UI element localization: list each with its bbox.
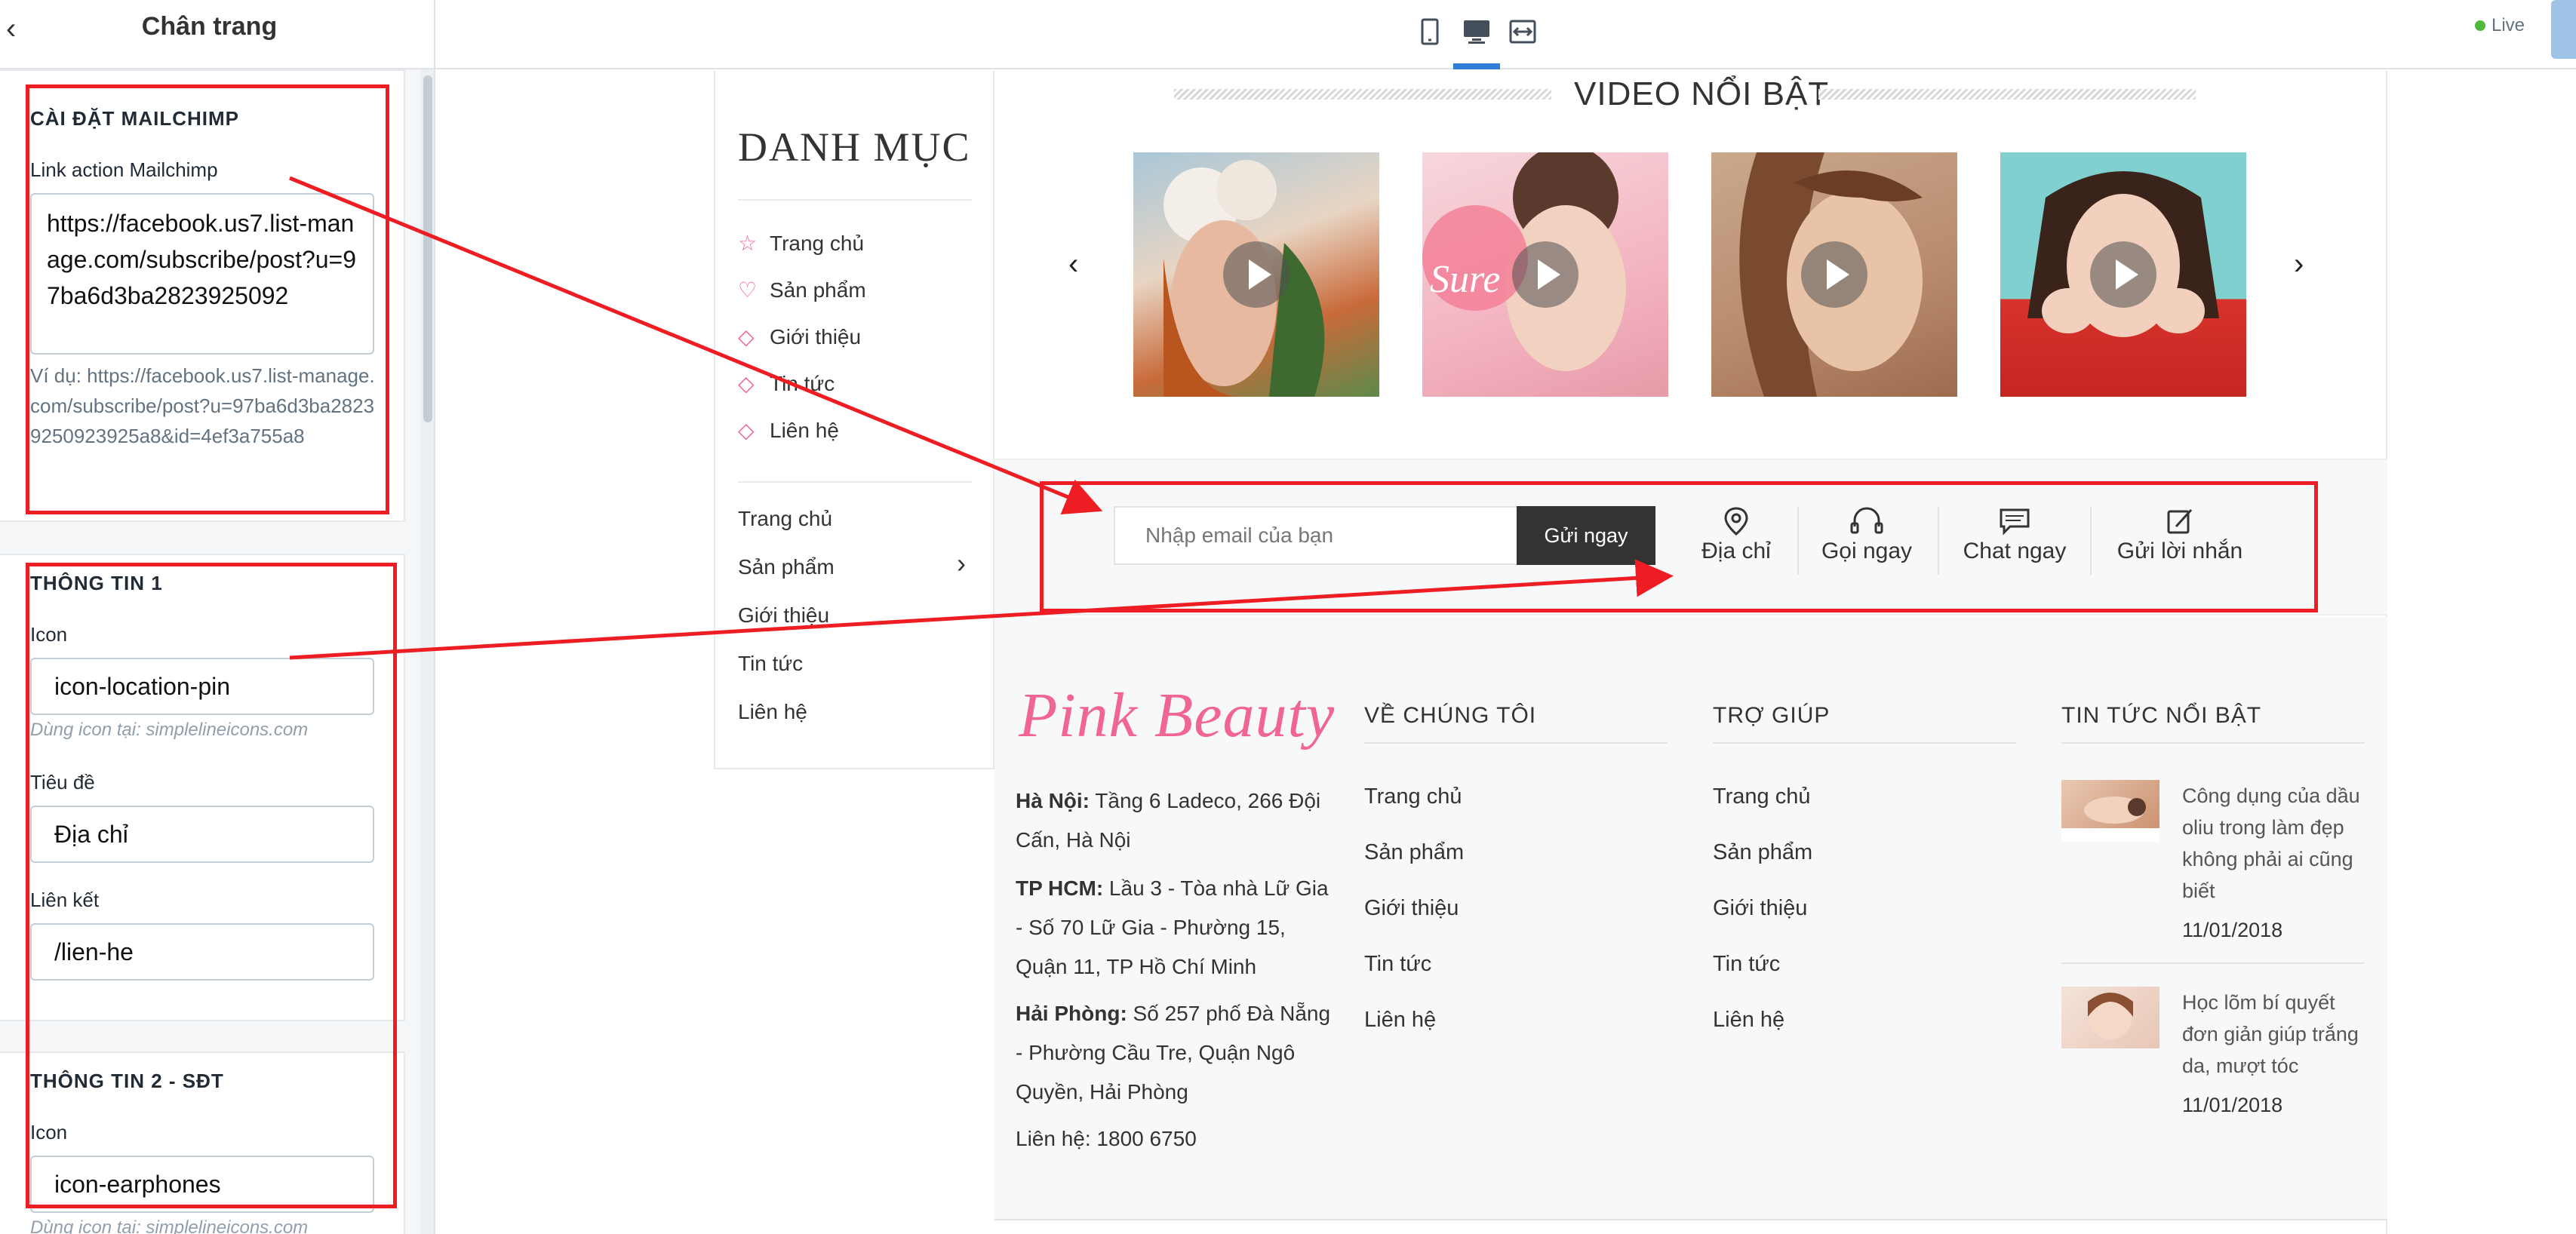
fullwidth-icon[interactable] (1508, 17, 1538, 47)
play-icon[interactable] (2090, 241, 2156, 308)
diamond-icon: ◇ (738, 372, 755, 395)
annotation-box-subscribe (1040, 481, 2318, 612)
menu-item[interactable]: Giới thiệu (738, 603, 829, 628)
category-item[interactable]: ☆ Trang chủ (738, 231, 864, 256)
category-item[interactable]: ◇ Tin tức (738, 371, 835, 396)
address-label: Hải Phòng: (1016, 1002, 1127, 1025)
heading-stripes (1818, 89, 2196, 100)
about-divider (1364, 742, 1668, 744)
video-next-icon[interactable]: › (2294, 247, 2304, 281)
category-item-label: Liên hệ (770, 419, 839, 442)
hotline: Liên hệ: 1800 6750 (1016, 1127, 1197, 1150)
live-label: Live (2491, 15, 2525, 35)
help-link[interactable]: Giới thiệu (1713, 896, 1807, 921)
help-divider (1713, 742, 2016, 744)
category-item-label: Giới thiệu (770, 325, 862, 348)
news-thumbnail[interactable] (2061, 780, 2159, 842)
category-item[interactable]: ◇ Giới thiệu (738, 324, 861, 349)
help-link[interactable]: Sản phẩm (1713, 840, 1812, 865)
category-item[interactable]: ♡ Sản phẩm (738, 278, 866, 302)
annotation-box-mailchimp (26, 84, 389, 514)
video-thumbnail[interactable] (2000, 152, 2246, 397)
news-title: TIN TỨC NỔI BẬT (2061, 703, 2262, 728)
annotation-box-info (26, 563, 397, 1208)
mobile-icon[interactable] (1415, 17, 1445, 47)
video-thumbnail[interactable]: Sure (1422, 152, 1668, 397)
news-item-title[interactable]: Công dụng của dầu oliu trong làm đẹp khô… (2182, 780, 2371, 907)
video-thumbnail[interactable] (1133, 152, 1379, 397)
video-prev-icon[interactable]: ‹ (1068, 247, 1078, 281)
star-icon: ☆ (738, 232, 758, 255)
category-item-label: Sản phẩm (770, 278, 866, 302)
svg-text:Sure: Sure (1430, 258, 1500, 301)
help-title: TRỢ GIÚP (1713, 703, 1831, 728)
address-haiphong: Hải Phòng: Số 257 phố Đà Nẵng - Phường C… (1016, 994, 1333, 1112)
help-link[interactable]: Liên hệ (1713, 1008, 1784, 1033)
category-item-label: Tin tức (770, 372, 835, 395)
about-link[interactable]: Tin tức (1364, 952, 1431, 977)
play-icon[interactable] (1512, 241, 1578, 308)
play-icon[interactable] (1223, 241, 1290, 308)
live-status: Live (2475, 15, 2525, 36)
category-item-label: Trang chủ (770, 232, 865, 255)
address-hanoi: Hà Nội: Tầng 6 Ladeco, 266 Đội Cấn, Hà N… (1016, 781, 1333, 860)
category-title: DANH MỤC (738, 124, 971, 170)
news-thumbnail[interactable] (2061, 987, 2159, 1048)
news-item-date: 11/01/2018 (2182, 919, 2283, 941)
news-item-title[interactable]: Học lõm bí quyết đơn giản giúp trắng da,… (2182, 987, 2371, 1082)
chevron-right-icon[interactable]: › (957, 548, 966, 579)
video-thumbnail[interactable] (1711, 152, 1957, 397)
address-label: TP HCM: (1016, 876, 1104, 900)
address-hcm: TP HCM: Lầu 3 - Tòa nhà Lữ Gia - Số 70 L… (1016, 869, 1333, 987)
menu-item[interactable]: Sản phẩm (738, 555, 835, 579)
video-section-heading: VIDEO NỔI BẬT (1174, 72, 2211, 118)
desktop-icon[interactable] (1462, 17, 1492, 47)
active-device-indicator (1453, 63, 1500, 69)
about-link[interactable]: Trang chủ (1364, 784, 1462, 809)
top-right-tab[interactable] (2551, 0, 2576, 59)
category-item[interactable]: ◇ Liên hệ (738, 418, 839, 443)
play-icon[interactable] (1801, 241, 1867, 308)
news-image (2061, 797, 2159, 842)
menu-item[interactable]: Tin tức (738, 652, 803, 676)
category-divider (738, 199, 972, 201)
panel-title: Chân trang (141, 12, 278, 41)
info2-icon-hint: Dùng icon tại: simplelineicons.com (30, 1217, 309, 1234)
about-link[interactable]: Liên hệ (1364, 1008, 1436, 1033)
category-sidebar: DANH MỤC ☆ Trang chủ ♡ Sản phẩm ◇ Giới thiệ… (714, 71, 994, 769)
diamond-icon: ◇ (738, 419, 755, 442)
heading-stripes (1174, 89, 1551, 100)
live-dot (2475, 20, 2485, 31)
about-link[interactable]: Giới thiệu (1364, 896, 1459, 921)
news-item-date: 11/01/2018 (2182, 1094, 2283, 1116)
tag-icon: ◇ (738, 325, 755, 348)
category-divider (738, 481, 972, 483)
video-title: VIDEO NỔI BẬT (1574, 75, 1830, 112)
menu-item[interactable]: Trang chủ (738, 507, 832, 531)
about-title: VỀ CHÚNG TÔI (1364, 703, 1537, 728)
brand-logo[interactable]: Pink Beauty (1019, 679, 1335, 752)
help-link[interactable]: Tin tức (1713, 952, 1780, 977)
news-divider (2061, 742, 2365, 744)
news-divider (2061, 962, 2365, 964)
menu-item[interactable]: Liên hệ (738, 700, 807, 724)
heart-icon: ♡ (738, 278, 758, 302)
about-link[interactable]: Sản phẩm (1364, 840, 1464, 865)
help-link[interactable]: Trang chủ (1713, 784, 1811, 809)
address-label: Hà Nội: (1016, 789, 1090, 812)
panel-header: ‹ Chân trang (0, 0, 434, 69)
panel-scroll-thumb[interactable] (423, 75, 432, 422)
news-image (2088, 993, 2133, 1039)
preview-toolbar: Live (435, 0, 2576, 69)
